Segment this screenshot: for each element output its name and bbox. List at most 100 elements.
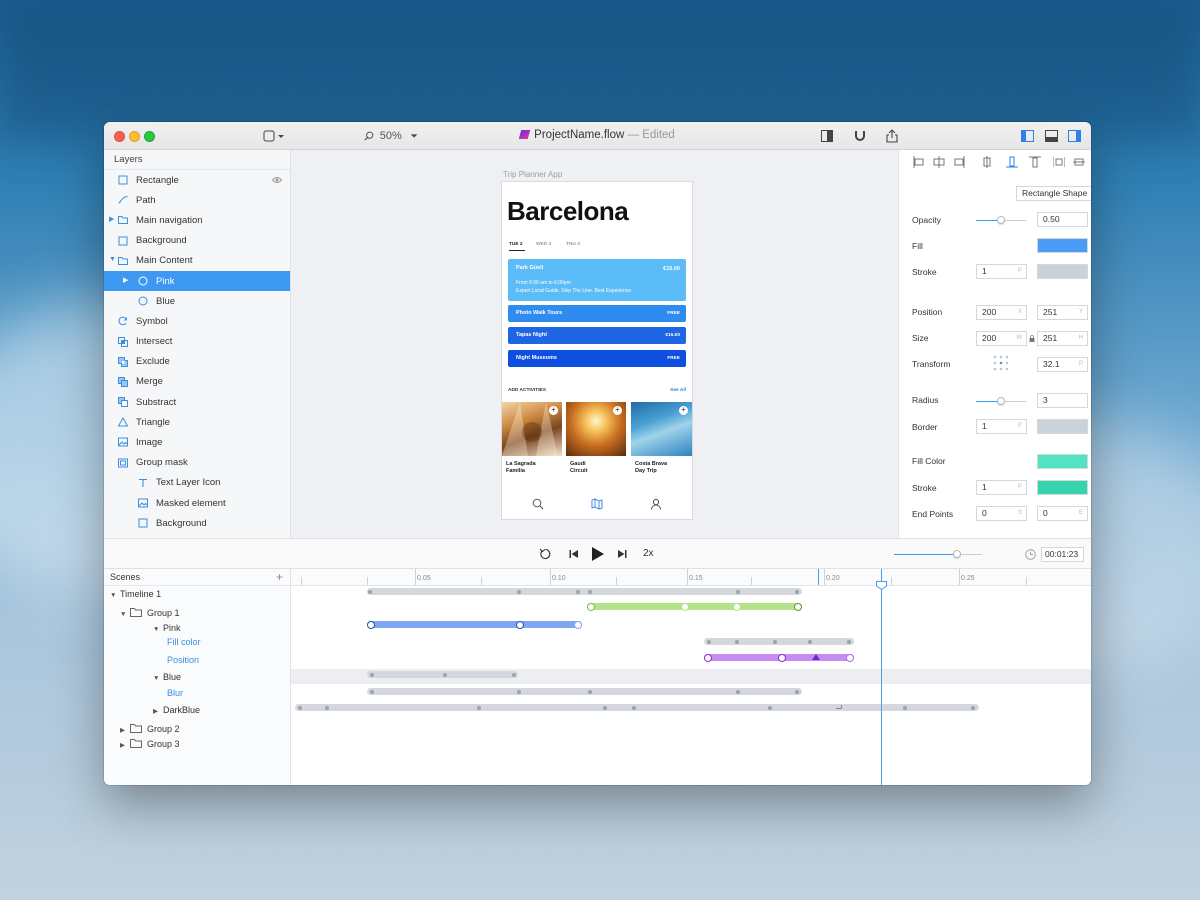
- border-color-swatch[interactable]: [1037, 419, 1088, 434]
- position-y-field[interactable]: 251 Y: [1037, 305, 1088, 320]
- triangle-right-icon[interactable]: ▶: [120, 741, 130, 749]
- radius-field[interactable]: 3: [1037, 393, 1088, 408]
- play-icon[interactable]: [591, 546, 605, 562]
- layer-item[interactable]: Rectangle: [104, 170, 290, 190]
- layer-item[interactable]: Intersect: [104, 332, 290, 352]
- tree-item-pink[interactable]: ▼ Pink: [153, 623, 181, 633]
- artboard-label[interactable]: Trip Planner App: [503, 170, 562, 179]
- keyframe[interactable]: [736, 689, 740, 694]
- track-bar-group-2[interactable]: [295, 704, 979, 711]
- keyframe[interactable]: [477, 705, 481, 710]
- zoom-dropdown[interactable]: 50%: [364, 128, 418, 144]
- inspector-toggle-button[interactable]: [820, 128, 834, 144]
- tree-item-blur[interactable]: Blur: [167, 688, 183, 698]
- left-panel-toggle[interactable]: [1020, 128, 1034, 144]
- activity-card[interactable]: Photo Walk Tours FREE: [508, 305, 686, 322]
- keyframe[interactable]: [298, 705, 302, 710]
- triangle-right-icon[interactable]: ▶: [109, 215, 114, 223]
- keyframe[interactable]: [587, 602, 595, 611]
- keyframe[interactable]: [736, 589, 740, 594]
- easing-marker-icon[interactable]: [812, 654, 820, 660]
- triangle-down-icon[interactable]: ▼: [109, 256, 116, 263]
- layer-item[interactable]: Background: [104, 513, 290, 533]
- keyframe[interactable]: [603, 705, 607, 710]
- tree-item-fill-color[interactable]: Fill color: [167, 637, 201, 647]
- shape-tool-dropdown[interactable]: [262, 128, 286, 144]
- stroke-width-field[interactable]: 1P: [976, 264, 1027, 279]
- keyframe[interactable]: [795, 689, 799, 694]
- keyframe[interactable]: [516, 620, 524, 629]
- keyframe[interactable]: [443, 672, 447, 677]
- layer-item[interactable]: ▶ Main navigation: [104, 210, 290, 230]
- position-x-field[interactable]: 200 X: [976, 305, 1027, 320]
- keyframe[interactable]: [367, 620, 375, 629]
- layer-item[interactable]: Text Layer Icon: [104, 473, 290, 493]
- track-bar-fill-color[interactable]: [367, 620, 582, 629]
- height-field[interactable]: 251 H: [1037, 331, 1088, 346]
- time-field[interactable]: 00:01:23: [1041, 547, 1084, 562]
- gaudi-circuit-image[interactable]: +: [566, 402, 626, 456]
- canvas[interactable]: Trip Planner App Barcelona TUE 2 WED 3 T…: [291, 150, 898, 538]
- zoom-slider-knob[interactable]: [953, 550, 961, 558]
- keyframe[interactable]: [632, 705, 636, 710]
- minimize-window-button[interactable]: [129, 131, 140, 142]
- layer-item[interactable]: Path: [104, 190, 290, 210]
- keyframe[interactable]: [707, 639, 711, 644]
- keyframe[interactable]: [368, 589, 372, 594]
- tree-item-timeline-1[interactable]: ▼ Timeline 1: [110, 589, 161, 599]
- plus-icon[interactable]: +: [679, 406, 688, 415]
- activity-card[interactable]: Night Museums FREE: [508, 350, 686, 367]
- plus-icon[interactable]: +: [549, 406, 558, 415]
- sagrada-familia-image[interactable]: +: [502, 402, 562, 456]
- track-bar-darkblue[interactable]: [367, 688, 802, 695]
- keyframe[interactable]: [971, 705, 975, 710]
- playhead[interactable]: [881, 569, 882, 785]
- radius-slider-knob[interactable]: [997, 397, 1005, 405]
- layer-item[interactable]: Triangle: [104, 412, 290, 432]
- search-icon[interactable]: [532, 498, 544, 510]
- costa-brava-image[interactable]: +: [631, 402, 692, 456]
- playback-speed[interactable]: 2x: [643, 548, 654, 559]
- keyframe[interactable]: [574, 620, 582, 629]
- keyframe[interactable]: [846, 653, 854, 662]
- playhead-handle-icon[interactable]: [876, 581, 887, 590]
- tree-item-position[interactable]: Position: [167, 655, 199, 665]
- end-points-start-field[interactable]: 0S: [976, 506, 1027, 521]
- layer-item[interactable]: Merge: [104, 372, 290, 392]
- tree-item-blue[interactable]: ▼ Blue: [153, 672, 181, 682]
- opacity-slider-knob[interactable]: [997, 216, 1005, 224]
- step-marker-icon[interactable]: [836, 705, 842, 709]
- layer-item[interactable]: Symbol: [104, 311, 290, 331]
- transform-origin-icon[interactable]: [993, 355, 1009, 371]
- tree-item-group-3[interactable]: ▶ Group 3: [120, 739, 180, 749]
- day-tab[interactable]: TUE 2: [509, 242, 523, 247]
- triangle-right-icon[interactable]: ▶: [120, 726, 130, 734]
- stroke-2-width-field[interactable]: 1P: [976, 480, 1027, 495]
- eye-icon[interactable]: [271, 176, 283, 184]
- layer-item[interactable]: ▶ Pink: [104, 270, 290, 292]
- bottom-panel-toggle[interactable]: [1044, 128, 1058, 144]
- layer-item[interactable]: Image: [104, 432, 290, 452]
- fill-color-swatch[interactable]: [1037, 238, 1088, 253]
- loop-icon[interactable]: [539, 548, 552, 560]
- keyframe[interactable]: [733, 602, 741, 611]
- keyframe[interactable]: [588, 589, 592, 594]
- tree-item-darkblue[interactable]: ▶ DarkBlue: [153, 705, 200, 715]
- skip-back-icon[interactable]: [569, 549, 579, 559]
- right-panel-toggle[interactable]: [1067, 128, 1081, 144]
- track-bar-pink[interactable]: [587, 602, 802, 611]
- layer-item[interactable]: Blue: [104, 291, 290, 311]
- track-bar-blue[interactable]: [704, 653, 854, 662]
- close-window-button[interactable]: [114, 131, 125, 142]
- see-all-link[interactable]: See All: [670, 388, 686, 393]
- layer-item[interactable]: ▼ Main Content: [104, 251, 290, 271]
- triangle-right-icon[interactable]: ▶: [153, 707, 163, 715]
- keyframe[interactable]: [517, 589, 521, 594]
- transform-field[interactable]: 32.1 P: [1037, 357, 1088, 372]
- keyframe[interactable]: [576, 589, 580, 594]
- day-tab[interactable]: THU 4: [566, 242, 580, 247]
- keyframe[interactable]: [794, 602, 802, 611]
- tree-item-group-2[interactable]: ▶ Group 2: [120, 724, 180, 734]
- opacity-field[interactable]: 0.50: [1037, 212, 1088, 227]
- plus-icon[interactable]: +: [613, 406, 622, 415]
